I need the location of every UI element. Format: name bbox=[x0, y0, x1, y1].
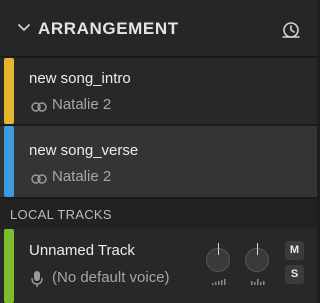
local-tracks-label: LOCAL TRACKS bbox=[10, 207, 112, 222]
track-name: new song_verse bbox=[29, 142, 139, 159]
arrangement-title: ARRANGEMENT bbox=[38, 19, 179, 38]
pan-knob[interactable] bbox=[245, 243, 269, 272]
track-name: new song_intro bbox=[29, 70, 131, 87]
track-voice: (No default voice) bbox=[52, 269, 170, 286]
link-icon bbox=[31, 174, 47, 184]
chevron-down-icon[interactable] bbox=[15, 18, 33, 36]
arrangement-header: ARRANGEMENT bbox=[0, 0, 317, 57]
track-color-bar bbox=[4, 126, 14, 197]
track-row[interactable]: new song_intro Natalie 2 bbox=[0, 58, 317, 124]
track-row[interactable]: new song_verse Natalie 2 bbox=[0, 126, 317, 197]
pan-meter-icon bbox=[251, 279, 265, 285]
local-track-row[interactable]: Unnamed Track (No default voice) bbox=[0, 229, 317, 303]
track-name: Unnamed Track bbox=[29, 242, 135, 259]
volume-knob[interactable] bbox=[206, 243, 230, 272]
microphone-icon bbox=[31, 271, 43, 287]
local-tracks-header: LOCAL TRACKS bbox=[0, 199, 317, 229]
link-icon bbox=[31, 102, 47, 112]
volume-meter-icon bbox=[212, 279, 226, 285]
track-voice: Natalie 2 bbox=[52, 168, 112, 185]
history-icon[interactable] bbox=[280, 18, 302, 40]
mute-button[interactable]: M bbox=[285, 241, 304, 260]
track-color-bar bbox=[4, 58, 14, 124]
solo-button[interactable]: S bbox=[285, 265, 304, 284]
track-voice: Natalie 2 bbox=[52, 96, 112, 113]
track-color-bar bbox=[4, 229, 14, 303]
